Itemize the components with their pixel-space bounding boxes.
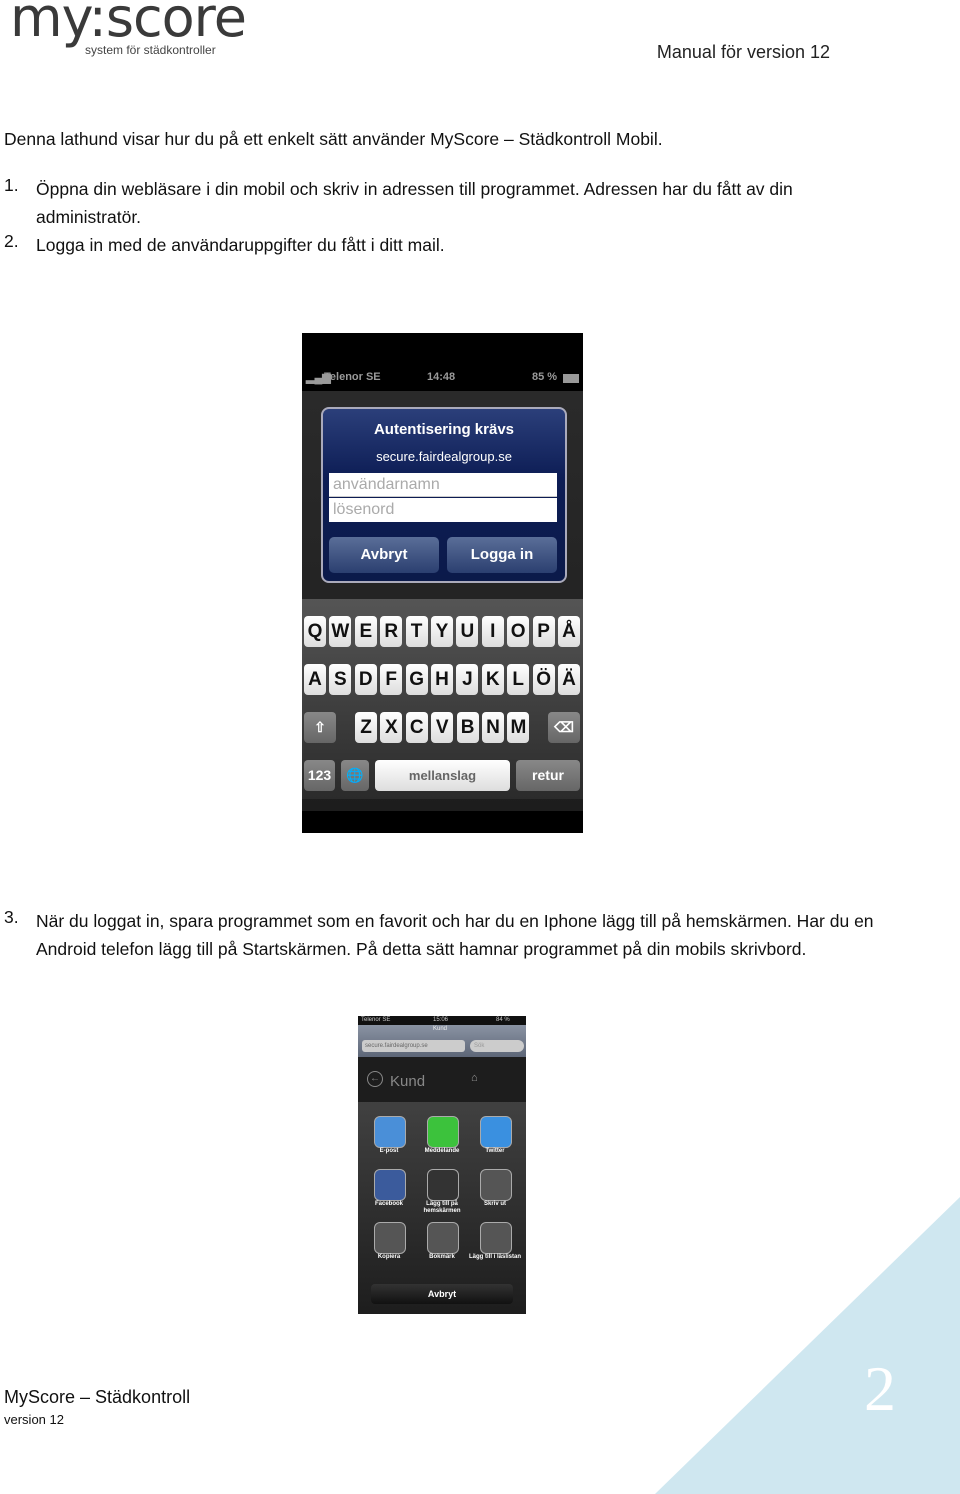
key-m[interactable]: M bbox=[507, 712, 530, 743]
login-button[interactable]: Logga in bbox=[447, 537, 557, 573]
dialog-host: secure.fairdealgroup.se bbox=[376, 449, 512, 464]
nav-title: Kund bbox=[390, 1073, 426, 1090]
key-u[interactable]: U bbox=[456, 616, 479, 647]
key-q[interactable]: Q bbox=[304, 616, 326, 647]
version-header: Manual för version 12 bbox=[656, 42, 830, 62]
key-h[interactable]: H bbox=[431, 664, 453, 695]
numbers-key[interactable]: 123 bbox=[304, 760, 335, 791]
share-label: Lägg till i läslistan bbox=[468, 1254, 521, 1260]
key-d[interactable]: D bbox=[354, 664, 377, 695]
username-field[interactable]: användarnamn bbox=[329, 473, 557, 497]
url-bar[interactable]: secure.fairdealgroup.se bbox=[362, 1040, 465, 1052]
login-screenshot: ▂▄▆ Telenor SE 14:48 85 % Autentisering … bbox=[302, 333, 583, 833]
key-ä[interactable]: Ä bbox=[558, 664, 580, 695]
myscore-logo: my:score system för städkontroller bbox=[10, 0, 247, 57]
step-text: Öppna din webläsare i din mobil och skri… bbox=[36, 179, 793, 227]
page-number: 2 bbox=[864, 1353, 896, 1424]
share-label: Kopiera bbox=[377, 1254, 401, 1260]
key-p[interactable]: P bbox=[532, 616, 555, 647]
key-b[interactable]: B bbox=[456, 712, 479, 743]
share-cancel-button[interactable]: Avbryt bbox=[371, 1284, 513, 1304]
key-f[interactable]: F bbox=[380, 664, 403, 695]
step-number: 3. bbox=[4, 907, 19, 927]
share-icon-2[interactable] bbox=[480, 1116, 512, 1148]
key-v[interactable]: V bbox=[431, 712, 454, 743]
cancel-button[interactable]: Avbryt bbox=[329, 537, 439, 573]
key-i[interactable]: I bbox=[481, 616, 504, 647]
intro-text: Denna lathund visar hur du på ett enkelt… bbox=[4, 129, 663, 149]
globe-key-icon[interactable]: 🌐 bbox=[341, 760, 369, 791]
return-key[interactable]: retur bbox=[516, 760, 580, 791]
dialog-title: Autentisering krävs bbox=[373, 421, 515, 438]
share-icon-3[interactable] bbox=[374, 1169, 406, 1201]
footer-version: version 12 bbox=[4, 1412, 64, 1427]
share-icon-6[interactable] bbox=[374, 1222, 406, 1254]
share-label: Twitter bbox=[485, 1148, 505, 1154]
share-icon-4[interactable] bbox=[427, 1169, 459, 1201]
back-icon[interactable]: ← bbox=[367, 1071, 383, 1087]
share-icon-0[interactable] bbox=[374, 1116, 406, 1148]
key-c[interactable]: C bbox=[405, 712, 428, 743]
key-e[interactable]: E bbox=[354, 616, 377, 647]
clock: 14:48 bbox=[427, 371, 456, 383]
key-j[interactable]: J bbox=[456, 664, 479, 695]
logo-tagline: system för städkontroller bbox=[85, 43, 216, 57]
page-title: Kund bbox=[433, 1026, 448, 1032]
key-ö[interactable]: Ö bbox=[532, 664, 555, 695]
step-text: När du loggat in, spara programmet som e… bbox=[36, 911, 874, 959]
key-w[interactable]: W bbox=[329, 616, 352, 647]
share-icon-8[interactable] bbox=[480, 1222, 512, 1254]
share-icon-1[interactable] bbox=[427, 1116, 459, 1148]
key-n[interactable]: N bbox=[482, 712, 504, 743]
share-icon-7[interactable] bbox=[427, 1222, 459, 1254]
key-å[interactable]: Å bbox=[558, 616, 580, 647]
auth-dialog: Autentisering krävs secure.fairdealgroup… bbox=[321, 407, 567, 583]
key-a[interactable]: A bbox=[304, 664, 326, 695]
key-k[interactable]: K bbox=[481, 664, 504, 695]
key-y[interactable]: Y bbox=[431, 616, 453, 647]
battery-icon bbox=[563, 374, 579, 383]
step-text: Logga in med de användaruppgifter du fåt… bbox=[36, 235, 445, 255]
key-o[interactable]: O bbox=[507, 616, 530, 647]
delete-key-icon[interactable]: ⌫ bbox=[548, 712, 580, 743]
decorative-triangle bbox=[655, 1197, 960, 1494]
key-z[interactable]: Z bbox=[355, 712, 377, 743]
keyboard: Q W E R T Y U I O P Å A S D F G H J K L Ö Ä Z X C V B N M ⇧ ⌫ 123 🌐 mella… bbox=[302, 599, 583, 799]
share-label: Lägg till på hemskärmen bbox=[423, 1201, 461, 1214]
document-page: my:score system för städkontroller Manua… bbox=[0, 0, 960, 1494]
space-key[interactable]: mellanslag bbox=[375, 760, 510, 791]
home-icon[interactable]: ⌂ bbox=[471, 1072, 478, 1084]
clock: 15:06 bbox=[433, 1017, 449, 1023]
share-label: Skriv ut bbox=[483, 1201, 506, 1207]
step-number: 2. bbox=[4, 231, 19, 251]
share-label: Facebook bbox=[374, 1201, 403, 1207]
search-field[interactable]: Sök bbox=[470, 1040, 524, 1052]
footer-title: MyScore – Städkontroll bbox=[4, 1387, 191, 1407]
password-field[interactable]: lösenord bbox=[329, 498, 557, 522]
logo-text: my:score bbox=[10, 0, 247, 49]
battery-level: 84 % bbox=[496, 1017, 510, 1023]
key-x[interactable]: X bbox=[380, 712, 403, 743]
key-s[interactable]: S bbox=[329, 664, 352, 695]
share-label: E-post bbox=[379, 1148, 399, 1154]
carrier: Telenor SE bbox=[361, 1017, 391, 1023]
step-number: 1. bbox=[4, 175, 19, 195]
battery-level: 85 % bbox=[532, 371, 558, 383]
key-t[interactable]: T bbox=[405, 616, 428, 647]
key-l[interactable]: L bbox=[507, 664, 530, 695]
carrier: Telenor SE bbox=[324, 371, 381, 383]
share-label: Meddelande bbox=[424, 1148, 460, 1154]
share-label: Bokmärk bbox=[429, 1254, 455, 1260]
share-screenshot: Telenor SE 15:06 84 % Kund secure.fairde… bbox=[358, 1016, 526, 1314]
shift-key-icon[interactable]: ⇧ bbox=[304, 712, 336, 743]
status-bar: ▂▄▆ Telenor SE 14:48 85 % bbox=[302, 371, 583, 389]
key-g[interactable]: G bbox=[405, 664, 428, 695]
share-icon-5[interactable] bbox=[480, 1169, 512, 1201]
key-r[interactable]: R bbox=[380, 616, 403, 647]
